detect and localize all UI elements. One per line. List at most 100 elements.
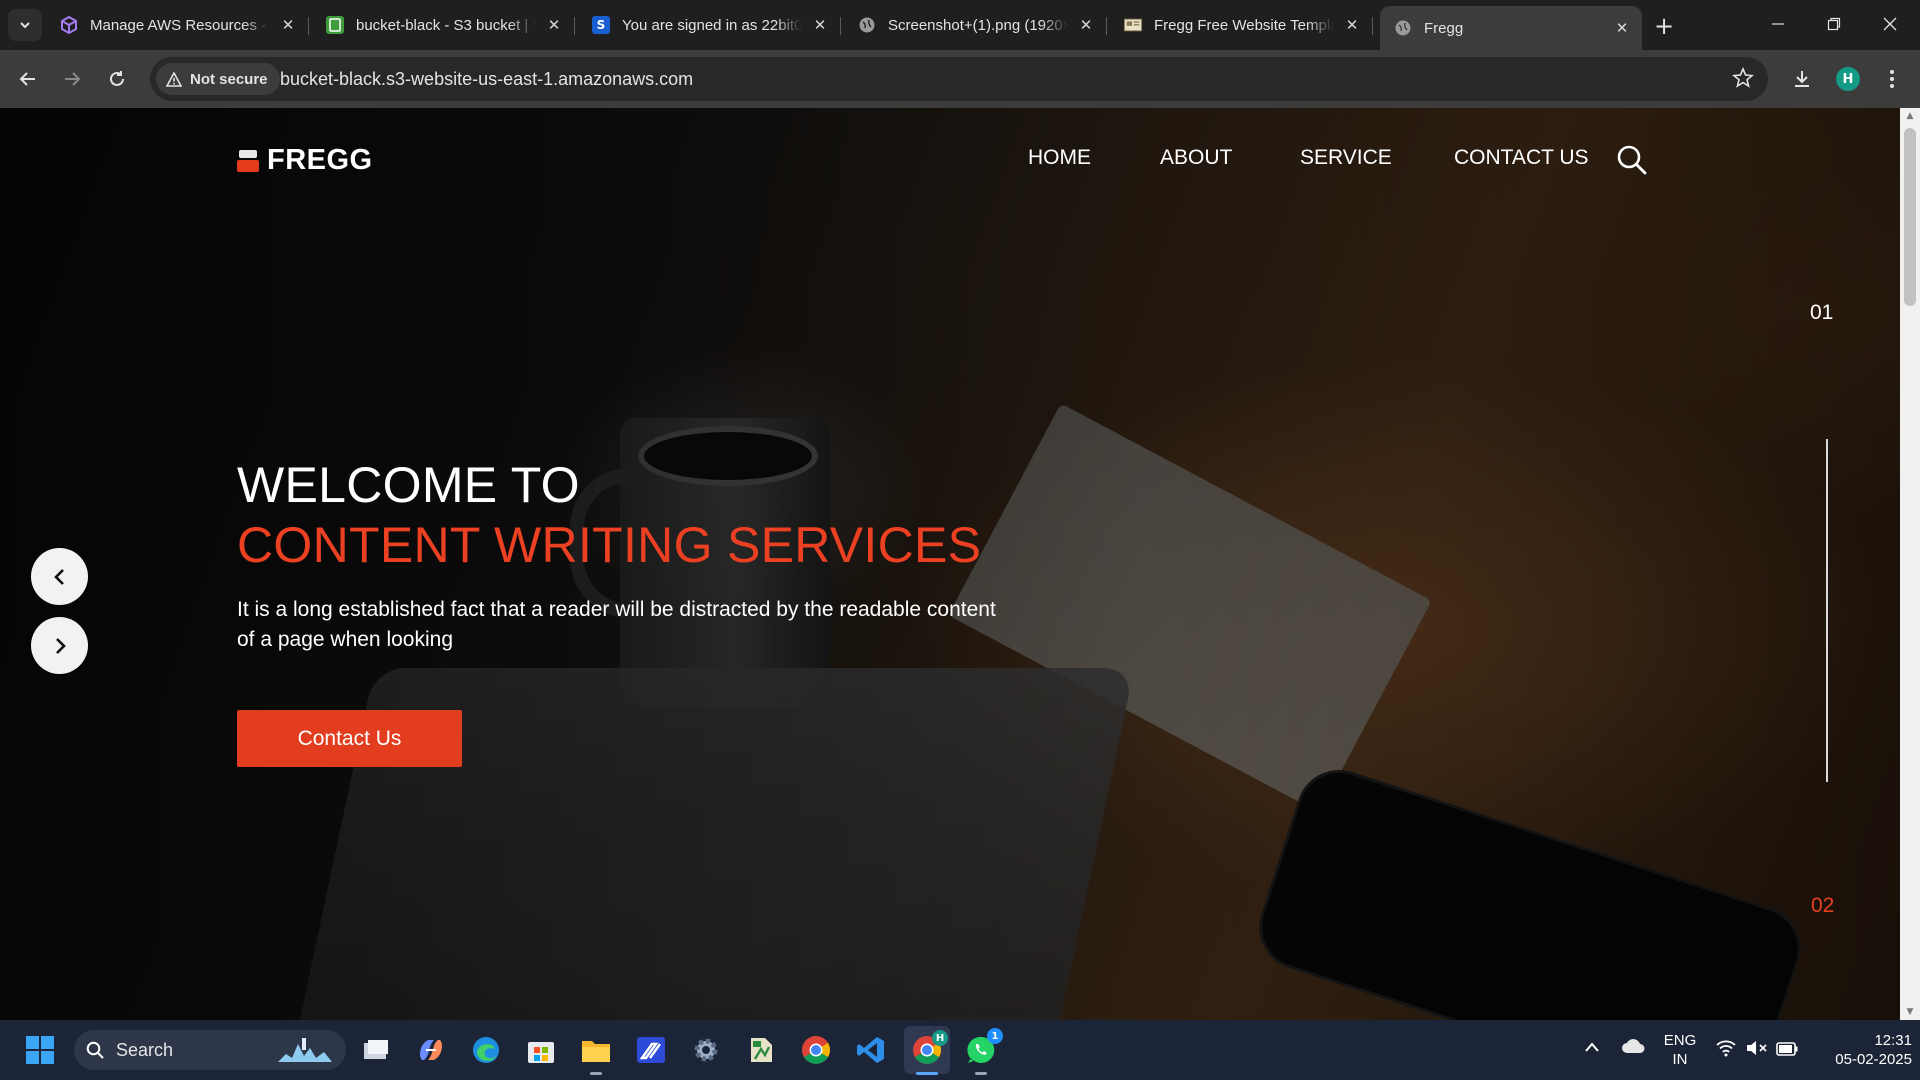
globe-icon (858, 16, 876, 34)
downloads-button[interactable] (1786, 63, 1818, 95)
close-icon[interactable]: ✕ (1076, 15, 1096, 35)
tab-fregg-template[interactable]: Fregg Free Website Template ✕ (1110, 8, 1373, 42)
taskbar-search[interactable]: Search (74, 1030, 346, 1070)
task-view-button[interactable] (358, 1032, 394, 1068)
logo-mark-icon (237, 149, 259, 172)
sheets-app[interactable] (743, 1032, 779, 1068)
chevron-down-icon (20, 22, 30, 29)
store-app[interactable] (523, 1032, 559, 1068)
close-icon[interactable]: ✕ (278, 15, 298, 35)
url-text[interactable]: bucket-black.s3-website-us-east-1.amazon… (280, 69, 693, 90)
network-button[interactable] (1716, 1039, 1736, 1061)
settings-app[interactable] (688, 1032, 724, 1068)
tab-search-button[interactable] (8, 9, 42, 41)
minimize-button[interactable] (1750, 8, 1806, 40)
address-bar[interactable]: Not secure bucket-black.s3-website-us-ea… (150, 57, 1768, 101)
show-hidden-icons-button[interactable] (1584, 1038, 1600, 1057)
wifi-icon (1716, 1040, 1736, 1057)
tab-s3-bucket[interactable]: bucket-black - S3 bucket | S3 ✕ (312, 8, 575, 42)
chrome-app[interactable] (798, 1032, 834, 1068)
clock[interactable]: 12:31 05-02-2025 (1810, 1031, 1912, 1069)
scroll-thumb[interactable] (1904, 128, 1916, 306)
edge-app[interactable] (468, 1032, 504, 1068)
tab-title: Fregg Free Website Template (1154, 16, 1334, 34)
download-icon (1795, 71, 1809, 87)
close-icon (1883, 17, 1897, 31)
windows-logo-icon (26, 1036, 54, 1064)
profile-avatar[interactable]: H (1836, 67, 1860, 91)
tab-title: bucket-black - S3 bucket | S3 (356, 16, 536, 34)
security-label: Not secure (190, 70, 268, 88)
carousel-next-button[interactable] (31, 617, 88, 674)
vscode-app[interactable] (853, 1032, 889, 1068)
browser-toolbar: Not secure bucket-black.s3-website-us-ea… (0, 50, 1920, 108)
bookmark-star-icon[interactable] (1732, 67, 1754, 89)
site-info-button[interactable]: Not secure (156, 63, 280, 95)
contact-us-button[interactable]: Contact Us (237, 710, 462, 767)
tab-title: Fregg (1424, 19, 1464, 37)
nav-home[interactable]: HOME (1028, 146, 1091, 170)
site-logo[interactable]: FREGG (237, 144, 373, 177)
close-window-button[interactable] (1862, 8, 1918, 40)
notification-badge: 1 (987, 1028, 1003, 1044)
restore-button[interactable] (1806, 8, 1862, 40)
tab-title: Manage AWS Resources - AWS (90, 16, 270, 34)
profile-badge: H (932, 1030, 948, 1046)
start-button[interactable] (22, 1032, 58, 1068)
tab-screenshot[interactable]: Screenshot+(1).png (1920×1080) ✕ (844, 8, 1107, 42)
search-label: Search (116, 1039, 174, 1060)
scroll-down-icon[interactable]: ▼ (1905, 1007, 1915, 1017)
language-indicator[interactable]: ENG IN (1662, 1031, 1698, 1069)
region-code: IN (1672, 1051, 1688, 1068)
nav-about[interactable]: ABOUT (1160, 146, 1232, 170)
hero-paragraph: It is a long established fact that a rea… (237, 598, 996, 651)
pen-app[interactable] (633, 1032, 669, 1068)
folder-icon (582, 1041, 610, 1062)
hero-heading: WELCOME TO (237, 457, 580, 513)
battery-icon (1776, 1042, 1798, 1056)
tab-aws-resources[interactable]: Manage AWS Resources - AWS ✕ (46, 8, 309, 42)
page-viewport: FREGG HOME ABOUT SERVICE CONTACT US WELC… (0, 108, 1900, 1020)
reload-button[interactable] (101, 63, 133, 95)
onedrive-button[interactable] (1621, 1038, 1645, 1058)
close-icon[interactable]: ✕ (1342, 15, 1362, 35)
arrow-left-icon (19, 72, 35, 86)
page-scrollbar[interactable]: ▲ ▼ (1900, 108, 1920, 1020)
active-indicator (916, 1072, 938, 1075)
slide-indicator-01[interactable]: 01 (1810, 301, 1833, 325)
taskbar: Search H 1 ENG IN 12:31 05-02-2025 (0, 1020, 1920, 1080)
task-view-icon (364, 1040, 388, 1059)
gear-icon (694, 1038, 718, 1062)
close-icon[interactable]: ✕ (544, 15, 564, 35)
chrome-icon (802, 1036, 830, 1064)
tab-fregg[interactable]: Fregg ✕ (1380, 6, 1642, 50)
tab-strip: Manage AWS Resources - AWS ✕ bucket-blac… (0, 0, 1920, 50)
close-icon[interactable]: ✕ (1612, 18, 1632, 38)
volume-button[interactable] (1746, 1039, 1768, 1061)
carousel-prev-button[interactable] (31, 548, 88, 605)
search-icon (86, 1041, 104, 1059)
forward-button[interactable] (56, 63, 88, 95)
chevron-left-icon (53, 568, 64, 585)
chrome-profile-app[interactable]: H (904, 1026, 950, 1074)
copilot-app[interactable] (413, 1032, 449, 1068)
whatsapp-app[interactable]: 1 (963, 1028, 1003, 1068)
restore-icon (1827, 17, 1841, 31)
back-button[interactable] (12, 63, 44, 95)
scroll-up-icon[interactable]: ▲ (1905, 111, 1915, 121)
cloud-icon (1622, 1039, 1645, 1053)
file-explorer-app[interactable] (578, 1032, 614, 1068)
s3-icon (326, 16, 344, 34)
logo-text: FREGG (267, 144, 373, 176)
close-icon[interactable]: ✕ (810, 15, 830, 35)
nav-service[interactable]: SERVICE (1300, 146, 1392, 170)
nav-contact-us[interactable]: CONTACT US (1454, 146, 1589, 170)
new-tab-button[interactable]: + (1650, 12, 1678, 40)
minimize-icon (1772, 23, 1784, 25)
search-icon[interactable] (1616, 144, 1648, 176)
tab-signed-in[interactable]: S You are signed in as 22bit0 ✕ (578, 8, 841, 42)
slide-indicator-02[interactable]: 02 (1811, 894, 1834, 918)
battery-button[interactable] (1776, 1041, 1798, 1060)
cube-icon (60, 16, 78, 34)
browser-menu-button[interactable] (1876, 63, 1908, 95)
